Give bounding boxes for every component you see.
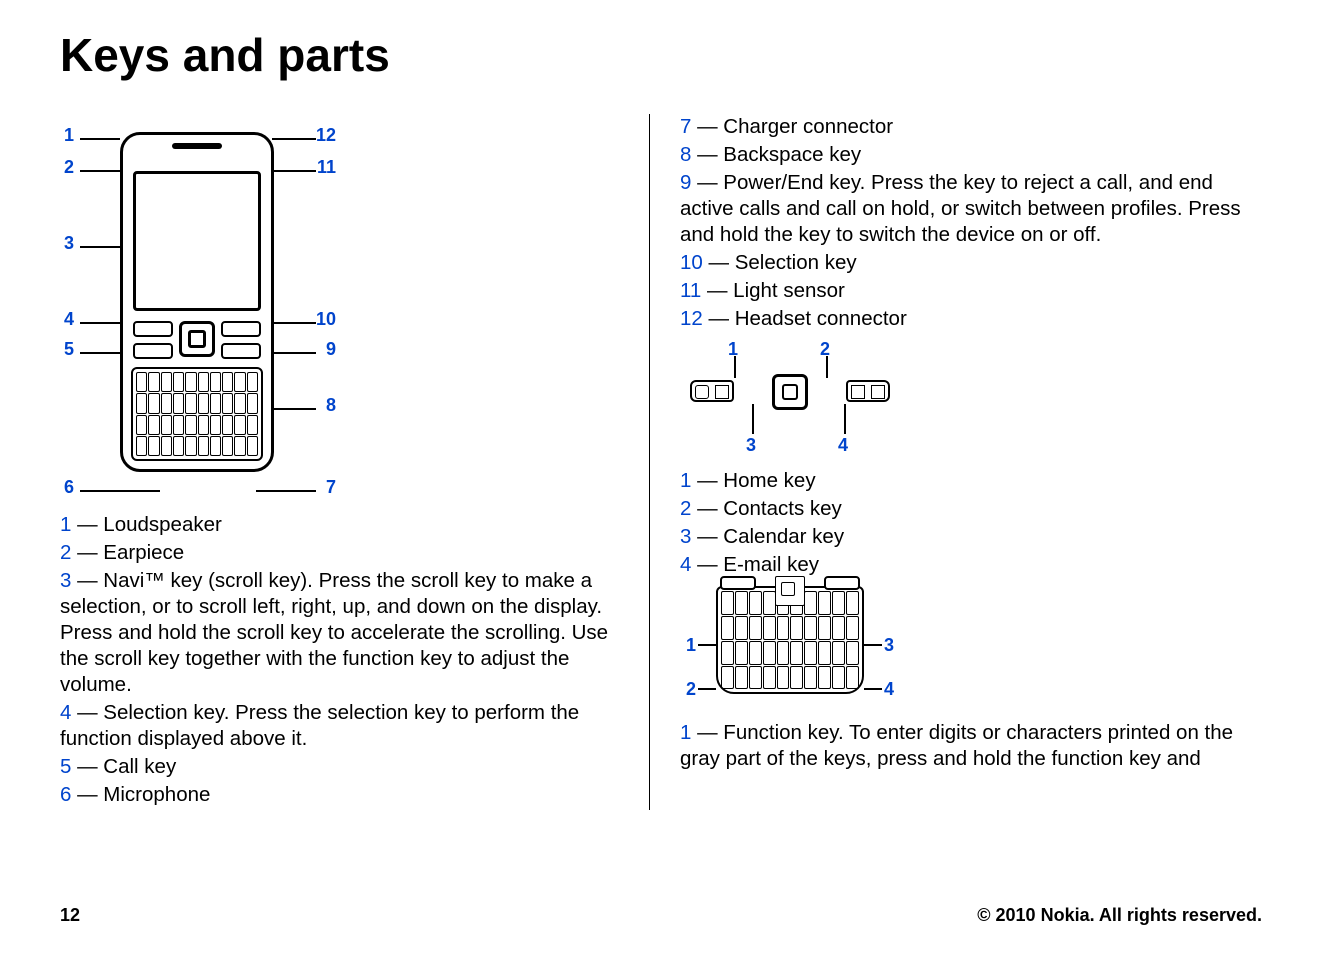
diagram-label-3: 3 [64, 232, 74, 255]
kp-label-2: 2 [820, 338, 830, 361]
left-column: 1 2 3 4 5 6 12 11 10 9 8 7 1 — Loudspeak… [60, 114, 650, 810]
kb-label-1: 1 [686, 634, 696, 657]
diagram-label-5: 5 [64, 338, 74, 361]
legend-item: 10 — Selection key [680, 250, 1250, 276]
diagram-label-1: 1 [64, 124, 74, 147]
page-title: Keys and parts [60, 28, 1262, 82]
diagram-label-8: 8 [326, 394, 336, 417]
keyboard-legend-list: 1 — Function key. To enter digits or cha… [680, 720, 1250, 772]
legend-item: 3 — Calendar key [680, 524, 1250, 550]
legend-item: 1 — Loudspeaker [60, 512, 635, 538]
kp-label-4: 4 [838, 434, 848, 457]
diagram-label-2: 2 [64, 156, 74, 179]
phone-diagram: 1 2 3 4 5 6 12 11 10 9 8 7 [60, 114, 340, 494]
diagram-label-7: 7 [326, 476, 336, 499]
legend-item: 9 — Power/End key. Press the key to reje… [680, 170, 1250, 248]
keypad-legend-list: 1 — Home key 2 — Contacts key 3 — Calend… [680, 468, 1250, 578]
legend-item: 8 — Backspace key [680, 142, 1250, 168]
phone-legend-list: 1 — Loudspeaker 2 — Earpiece 3 — Navi™ k… [60, 512, 635, 808]
legend-item: 11 — Light sensor [680, 278, 1250, 304]
kb-label-3: 3 [884, 634, 894, 657]
phone-keyboard-illustration [131, 367, 263, 461]
page-footer: 12 © 2010 Nokia. All rights reserved. [60, 905, 1262, 926]
diagram-label-12: 12 [316, 124, 336, 147]
kb-label-4: 4 [884, 678, 894, 701]
legend-item: 12 — Headset connector [680, 306, 1250, 332]
legend-item: 1 — Function key. To enter digits or cha… [680, 720, 1250, 772]
legend-item: 5 — Call key [60, 754, 635, 780]
keyboard-diagram: 1 2 3 4 [680, 582, 900, 712]
legend-item: 2 — Earpiece [60, 540, 635, 566]
right-legend-list: 7 — Charger connector 8 — Backspace key … [680, 114, 1250, 332]
page-number: 12 [60, 905, 80, 926]
phone-body-illustration [120, 132, 274, 472]
diagram-label-11: 11 [317, 156, 336, 179]
kp-label-3: 3 [746, 434, 756, 457]
legend-item: 6 — Microphone [60, 782, 635, 808]
kb-label-2: 2 [686, 678, 696, 701]
keypad-diagram: 1 2 3 4 [680, 338, 900, 458]
legend-item: 7 — Charger connector [680, 114, 1250, 140]
keyboard-body-illustration [716, 586, 864, 694]
legend-item: 4 — E-mail key [680, 552, 1250, 578]
content-columns: 1 2 3 4 5 6 12 11 10 9 8 7 1 — Loudspeak… [60, 114, 1262, 810]
right-column: 7 — Charger connector 8 — Backspace key … [650, 114, 1250, 810]
copyright-text: © 2010 Nokia. All rights reserved. [977, 905, 1262, 926]
diagram-label-6: 6 [64, 476, 74, 499]
legend-item: 4 — Selection key. Press the selection k… [60, 700, 635, 752]
legend-item: 3 — Navi™ key (scroll key). Press the sc… [60, 568, 635, 698]
legend-item: 2 — Contacts key [680, 496, 1250, 522]
diagram-label-9: 9 [326, 338, 336, 361]
kp-label-1: 1 [728, 338, 738, 361]
diagram-label-4: 4 [64, 308, 74, 331]
diagram-label-10: 10 [316, 308, 336, 331]
legend-item: 1 — Home key [680, 468, 1250, 494]
